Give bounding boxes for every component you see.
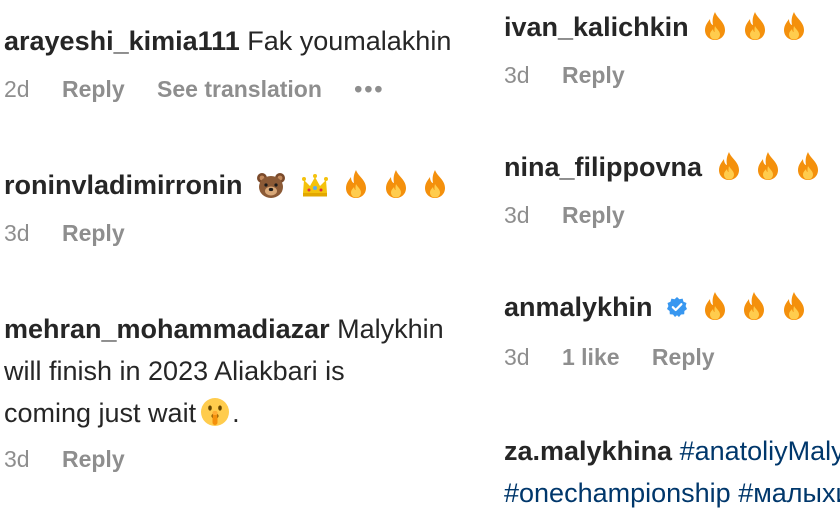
shushing-face-icon <box>200 397 230 427</box>
fire-icon <box>781 291 807 321</box>
comment: za.malykhina #anatoliyMalykhin #onechamp… <box>504 430 840 514</box>
comment-username[interactable]: za.malykhina <box>504 436 672 466</box>
fire-icon <box>741 291 767 321</box>
comment-age: 3d <box>504 62 530 88</box>
reply-button[interactable]: Reply <box>652 344 715 370</box>
fire-icon <box>383 169 409 199</box>
see-translation-button[interactable]: See translation <box>157 76 322 102</box>
reply-button[interactable]: Reply <box>562 202 625 228</box>
comment-age: 3d <box>4 220 30 246</box>
comment-username[interactable]: anmalykhin <box>504 292 653 322</box>
hashtag-link[interactable]: #малыхин <box>738 478 840 508</box>
comment: arayeshi_kimia111 Fak youmalakhin 2d Rep… <box>4 20 486 104</box>
like-count[interactable]: 1 like <box>562 344 620 370</box>
comment-username[interactable]: mehran_mohammadiazar <box>4 314 330 344</box>
comment-text: Malykhin <box>337 314 444 344</box>
fire-icon <box>343 169 369 199</box>
fire-icon <box>702 291 728 321</box>
fire-icon <box>755 151 781 181</box>
fire-icon <box>742 11 768 41</box>
bear-face-icon <box>256 171 286 199</box>
hashtag-link[interactable]: #onechampionship <box>504 478 731 508</box>
fire-icon <box>716 151 742 181</box>
fire-icon <box>422 169 448 199</box>
comment-age: 2d <box>4 76 30 102</box>
reply-button[interactable]: Reply <box>62 446 125 472</box>
comment-text-end: . <box>232 398 240 428</box>
crown-icon <box>300 173 330 199</box>
comment: roninvladimirronin 3d Reply <box>4 164 486 248</box>
comment: nina_filippovna 3d Reply <box>504 146 840 230</box>
hashtag-link[interactable]: #anatoliyMalykhin <box>680 436 840 466</box>
comment-text: coming just wait <box>4 398 197 428</box>
comment-age: 3d <box>4 446 30 472</box>
comment-age: 3d <box>504 344 530 370</box>
comment-username[interactable]: arayeshi_kimia111 <box>4 26 240 56</box>
fire-icon <box>795 151 821 181</box>
comment-age: 3d <box>504 202 530 228</box>
comment-username[interactable]: ivan_kalichkin <box>504 12 689 42</box>
reply-button[interactable]: Reply <box>62 76 125 102</box>
comments-column-left: arayeshi_kimia111 Fak youmalakhin 2d Rep… <box>0 0 486 525</box>
reply-button[interactable]: Reply <box>562 62 625 88</box>
comment-text: Fak youmalakhin <box>247 26 452 56</box>
reply-button[interactable]: Reply <box>62 220 125 246</box>
fire-icon <box>702 11 728 41</box>
comment-text: will finish in 2023 Aliakbari is <box>4 356 345 386</box>
verified-badge-icon <box>666 288 688 330</box>
comment-username[interactable]: nina_filippovna <box>504 152 702 182</box>
comment-username[interactable]: roninvladimirronin <box>4 170 243 200</box>
comment: anmalykhin 3d 1 like Reply <box>504 286 840 372</box>
fire-icon <box>781 11 807 41</box>
comment: ivan_kalichkin 3d Reply <box>504 6 840 90</box>
comments-column-right: ivan_kalichkin 3d Reply nina_filippovna … <box>504 0 840 525</box>
more-options-icon[interactable]: ••• <box>354 76 384 102</box>
comment: mehran_mohammadiazar Malykhin will finis… <box>4 308 486 474</box>
